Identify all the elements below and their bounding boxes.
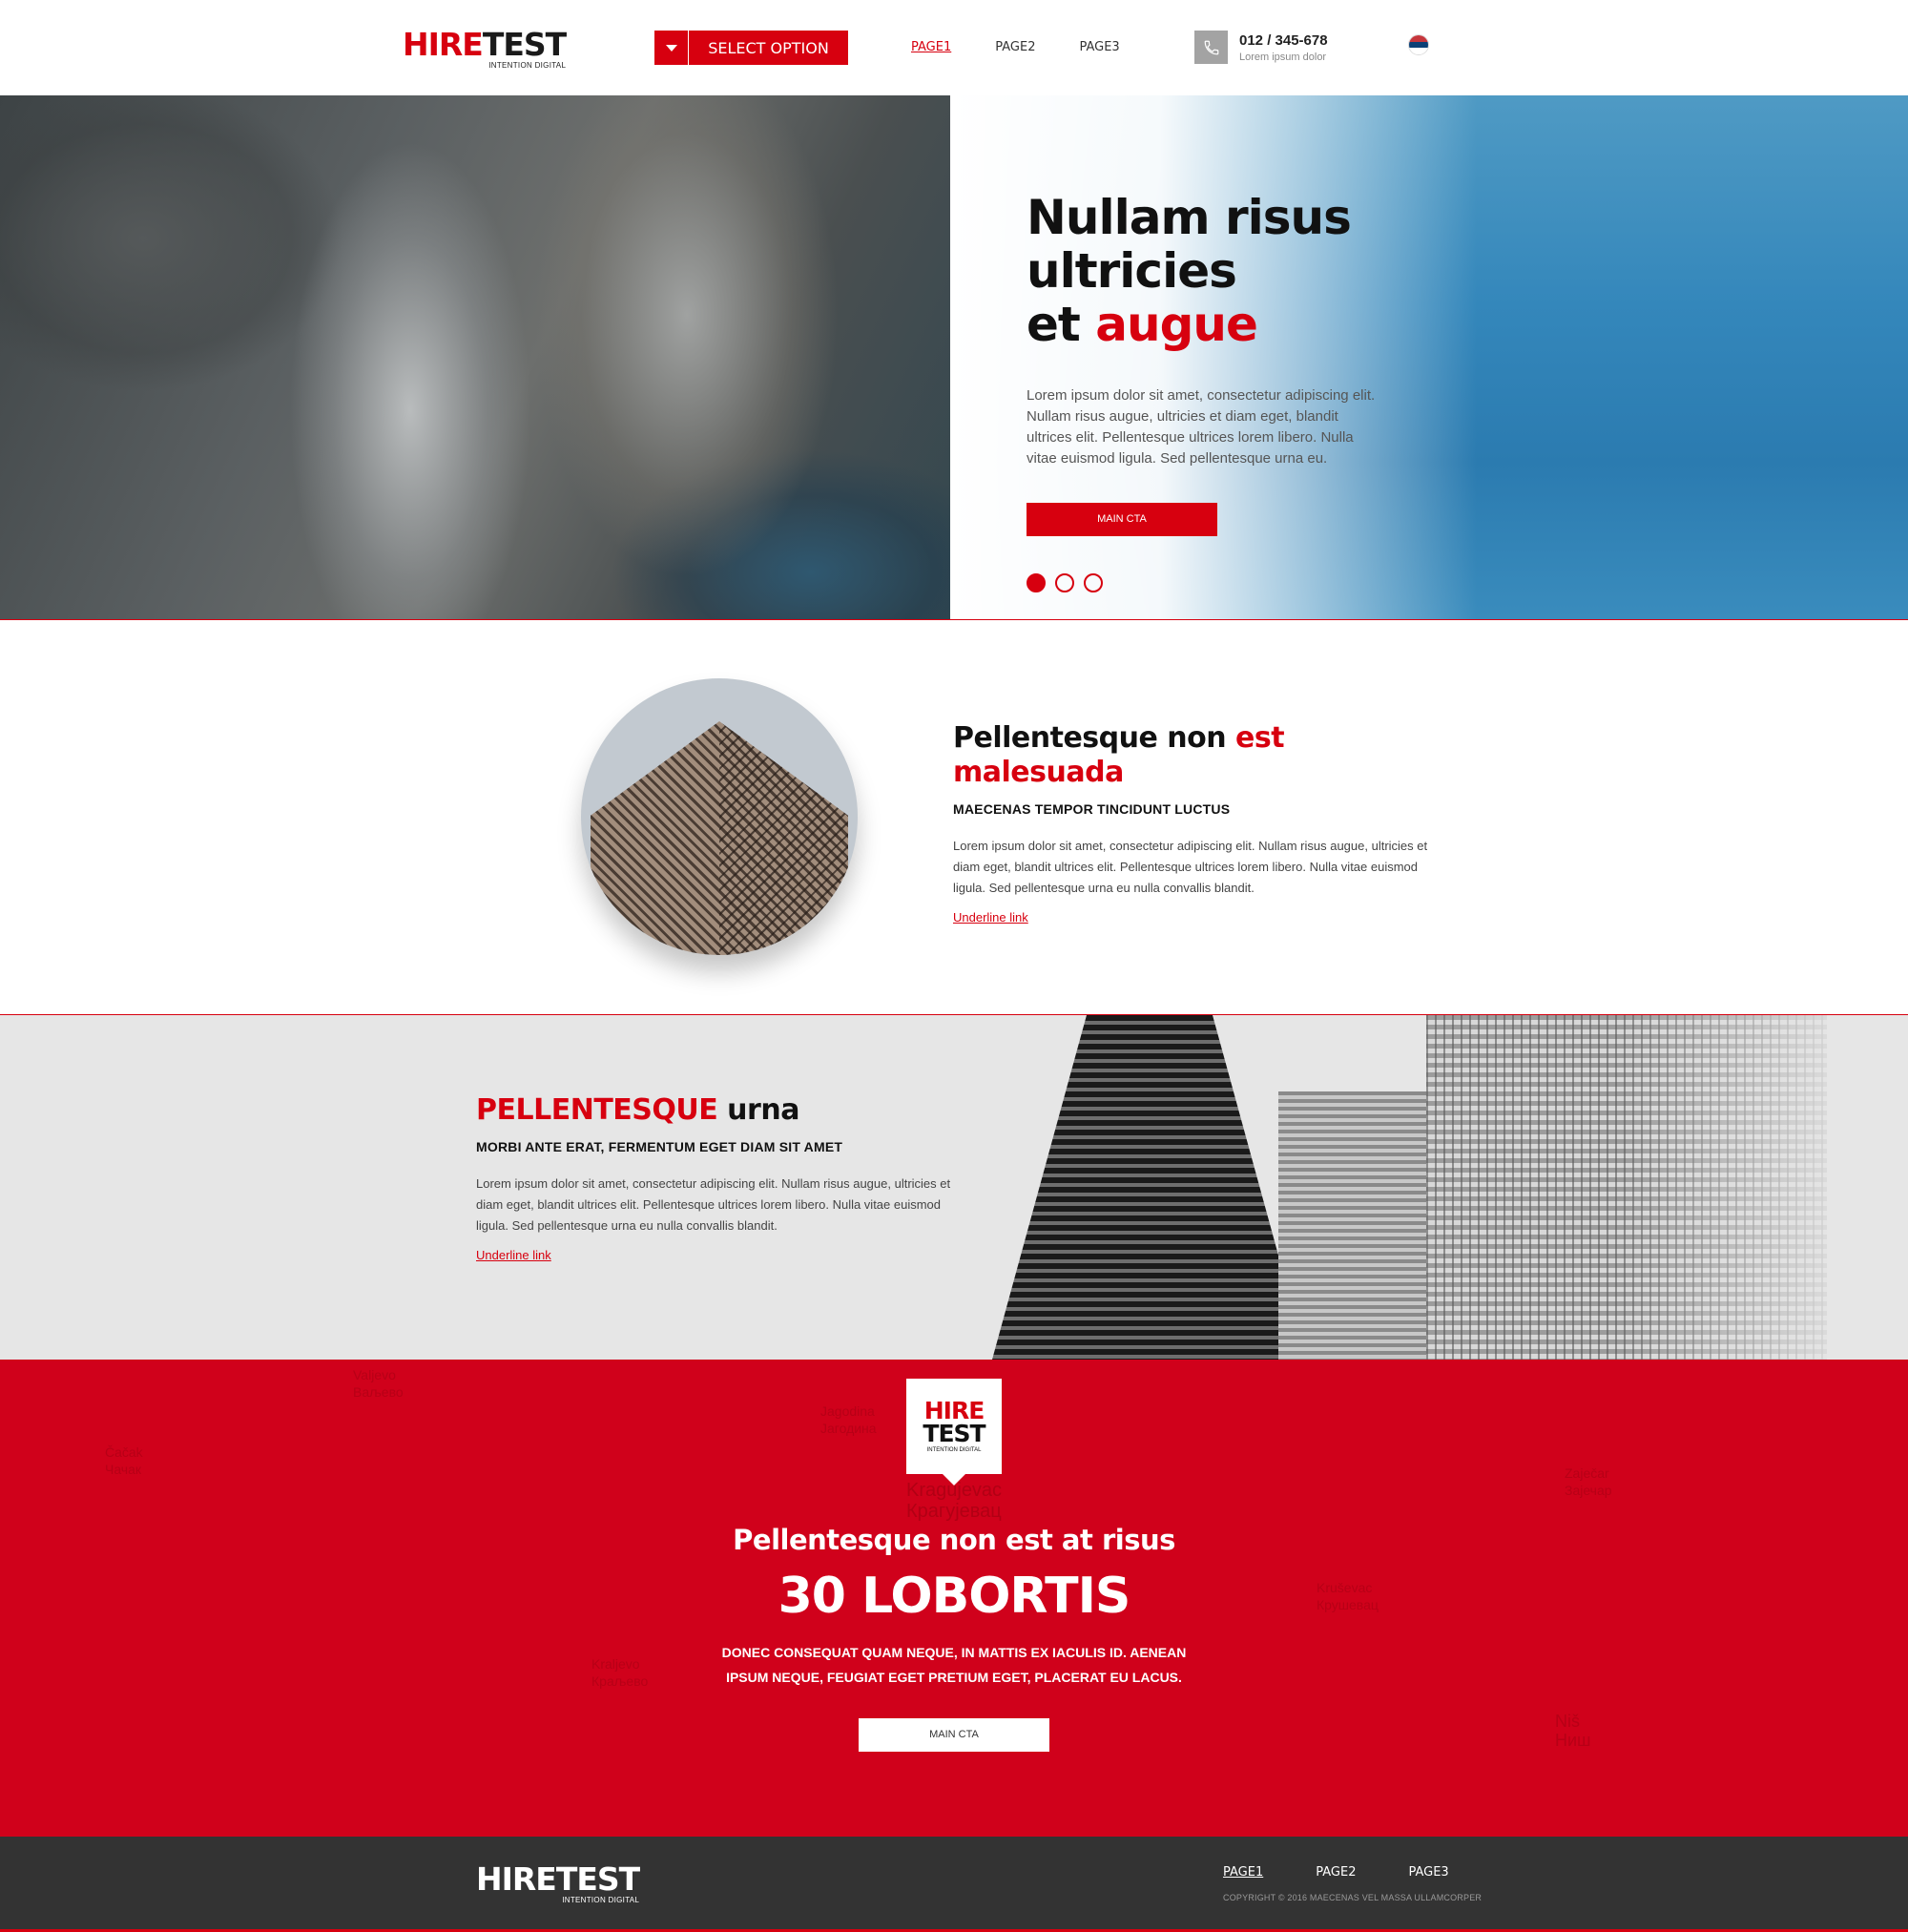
phone-subtitle: Lorem ipsum dolor	[1239, 51, 1327, 63]
feature-section-1: Pellentesque non est malesuada MAECENAS …	[0, 620, 1908, 1015]
slider-dot-2[interactable]	[1055, 573, 1074, 592]
hero-title: Nullam risus ultricies et augue	[1027, 190, 1352, 352]
hero-body-text: Lorem ipsum dolor sit amet, consectetur …	[1027, 387, 1376, 467]
footer-nav: PAGE1 PAGE2 PAGE3	[1223, 1865, 1449, 1880]
section2-body: Lorem ipsum dolor sit amet, consectetur …	[476, 1176, 951, 1233]
section2-underline-link[interactable]: Underline link	[476, 1248, 551, 1262]
logo[interactable]: HIRETEST INTENTION DIGITAL	[403, 26, 567, 70]
section3-body: DONEC CONSEQUAT QUAM NEQUE, IN MATTIS EX…	[721, 1645, 1187, 1685]
select-option-dropdown[interactable]: SELECT OPTION	[654, 31, 848, 65]
section1-title: Pellentesque non est malesuada	[953, 721, 1285, 789]
nav-page3[interactable]: PAGE3	[1079, 40, 1119, 54]
hero-main-cta-button[interactable]: MAIN CTA	[1027, 503, 1217, 536]
hero-content: Nullam risus ultricies et augue Lorem ip…	[1027, 191, 1561, 592]
footer: HIRETEST INTENTION DIGITAL PAGE1 PAGE2 P…	[0, 1837, 1908, 1932]
cta-map-section: Kragujevac Крагујевац Jagodina Јагодина …	[0, 1360, 1908, 1837]
section3-main-cta-button[interactable]: MAIN CTA	[859, 1718, 1049, 1752]
footer-nav-page1[interactable]: PAGE1	[1223, 1865, 1263, 1880]
section1-subtitle: MAECENAS TEMPOR TINCIDUNT LUCTUS	[953, 801, 1231, 817]
serbia-flag-icon[interactable]	[1408, 34, 1429, 55]
building-circle-image	[581, 678, 858, 955]
hero-cliff-image	[0, 95, 950, 619]
feature-section-2: PELLENTESQUE urna MORBI ANTE ERAT, FERME…	[0, 1015, 1908, 1360]
slider-dot-3[interactable]	[1084, 573, 1103, 592]
slider-dot-1[interactable]	[1027, 573, 1046, 592]
logo-wordmark: HIRETEST	[403, 26, 567, 63]
slider-dots	[1027, 573, 1561, 592]
footer-logo[interactable]: HIRETEST INTENTION DIGITAL	[476, 1860, 640, 1904]
section3-highlight: 30 LOBORTIS	[778, 1568, 1131, 1625]
header: HIRETEST INTENTION DIGITAL SELECT OPTION…	[0, 0, 1908, 95]
footer-nav-page2[interactable]: PAGE2	[1316, 1865, 1356, 1880]
section2-subtitle: MORBI ANTE ERAT, FERMENTUM EGET DIAM SIT…	[476, 1139, 843, 1154]
copyright-text: COPYRIGHT © 2016 MAECENAS VEL MASSA ULLA…	[1223, 1893, 1483, 1902]
footer-nav-page3[interactable]: PAGE3	[1408, 1865, 1448, 1880]
phone-contact[interactable]: 012 / 345-678 Lorem ipsum dolor	[1194, 31, 1328, 64]
section2-title: PELLENTESQUE urna	[476, 1093, 799, 1127]
nav-page2[interactable]: PAGE2	[995, 40, 1035, 54]
footer-logo-wordmark: HIRETEST	[476, 1860, 640, 1898]
chevron-down-icon	[654, 31, 689, 65]
hero-slider: Nullam risus ultricies et augue Lorem ip…	[0, 95, 1908, 620]
nav-page1[interactable]: PAGE1	[911, 40, 951, 54]
section1-underline-link[interactable]: Underline link	[953, 910, 1028, 924]
phone-number: 012 / 345-678	[1239, 31, 1328, 49]
section3-title: Pellentesque non est at risus	[733, 1524, 1175, 1556]
hiretest-badge-logo: HIRE TEST INTENTION DIGITAL	[906, 1379, 1002, 1485]
skyscraper-image	[992, 1015, 1307, 1360]
phone-icon	[1194, 31, 1228, 64]
section1-body: Lorem ipsum dolor sit amet, consectetur …	[953, 839, 1428, 895]
main-nav: PAGE1 PAGE2 PAGE3	[911, 40, 1120, 54]
select-option-label: SELECT OPTION	[708, 38, 829, 57]
